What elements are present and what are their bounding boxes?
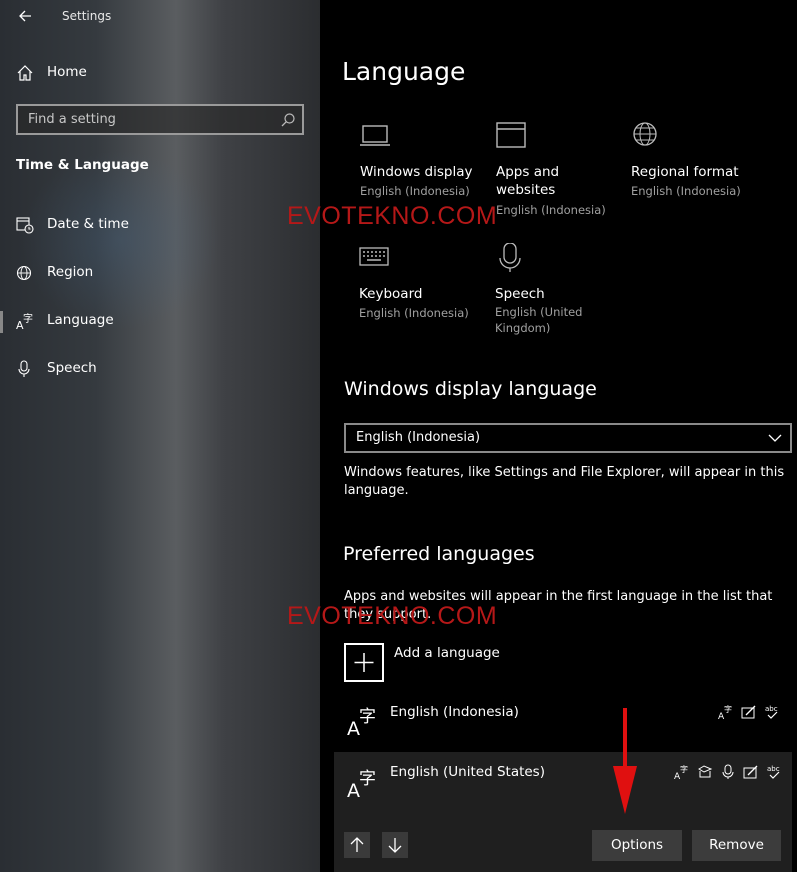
sidebar: Settings Home Find a setting Time & Lang… xyxy=(0,0,320,872)
sidebar-item-label: Date & time xyxy=(47,216,129,232)
handwriting-icon xyxy=(743,765,758,779)
tile-sub: English (Indonesia) xyxy=(360,184,470,198)
title-bar: Settings xyxy=(0,0,320,34)
search-input[interactable]: Find a setting xyxy=(16,104,304,135)
microphone-icon xyxy=(18,360,30,377)
tile-name: Windows display xyxy=(360,164,473,180)
language-features: A 字 abc xyxy=(718,704,780,720)
sidebar-item-speech[interactable]: Speech xyxy=(0,349,320,389)
window-icon xyxy=(496,122,526,148)
language-icon: A 字 xyxy=(347,769,376,798)
svg-text:字: 字 xyxy=(724,704,732,714)
tile-sub: English (Indonesia) xyxy=(359,306,469,320)
sidebar-item-language[interactable]: A 字 Language xyxy=(0,301,320,341)
spellcheck-icon: abc xyxy=(767,765,780,779)
add-language-label[interactable]: Add a language xyxy=(394,645,500,661)
chevron-down-icon xyxy=(768,434,782,442)
main-content: Language Windows display English (Indone… xyxy=(287,0,797,872)
preferred-languages-heading: Preferred languages xyxy=(343,543,535,565)
sidebar-item-date-time[interactable]: Date & time xyxy=(0,205,320,245)
language-list-item[interactable]: A 字 English (Indonesia) A 字 abc xyxy=(334,692,792,752)
display-language-select[interactable]: English (Indonesia) xyxy=(344,423,792,453)
display-language-description: Windows features, like Settings and File… xyxy=(344,465,785,498)
home-icon xyxy=(17,65,33,81)
language-name: English (Indonesia) xyxy=(390,704,519,720)
calendar-clock-icon xyxy=(16,217,34,234)
window-title: Settings xyxy=(62,9,112,23)
tile-sub: English (Indonesia) xyxy=(496,203,606,217)
language-name: English (United States) xyxy=(390,764,545,780)
tile-keyboard[interactable]: Keyboard English (Indonesia) xyxy=(359,243,489,323)
tile-speech[interactable]: Speech English (United Kingdom) xyxy=(495,243,625,343)
watermark: EVOTEKNO.COM xyxy=(287,602,498,630)
tile-name: Keyboard xyxy=(359,286,423,302)
language-icon: A 字 xyxy=(16,312,33,330)
keyboard-icon xyxy=(359,247,389,266)
tile-name: Apps and websites xyxy=(496,164,560,198)
arrow-down-icon xyxy=(388,838,402,853)
spellcheck-icon: abc xyxy=(765,705,778,719)
back-button[interactable] xyxy=(12,4,38,28)
tile-regional-format[interactable]: Regional format English (Indonesia) xyxy=(631,121,761,201)
svg-text:abc: abc xyxy=(765,705,778,713)
display-language-heading: Windows display language xyxy=(344,378,597,400)
language-features: A 字 abc xyxy=(674,764,782,780)
remove-button[interactable]: Remove xyxy=(692,830,781,861)
svg-text:字: 字 xyxy=(23,312,33,325)
handwriting-icon xyxy=(741,705,756,719)
language-icon: A 字 xyxy=(347,707,376,736)
page-title: Language xyxy=(342,57,466,86)
svg-text:abc: abc xyxy=(767,765,780,773)
tile-name: Regional format xyxy=(631,164,739,180)
section-title: Time & Language xyxy=(16,157,149,173)
display-language-value: English (Indonesia) xyxy=(356,430,481,445)
arrow-up-icon xyxy=(350,837,364,852)
svg-text:字: 字 xyxy=(359,707,376,727)
microphone-icon xyxy=(499,243,521,272)
move-up-button[interactable] xyxy=(344,832,370,858)
speech-icon xyxy=(698,765,713,778)
back-arrow-icon xyxy=(19,10,31,22)
sidebar-item-region[interactable]: Region xyxy=(0,253,320,293)
plus-icon xyxy=(354,653,374,672)
move-down-button[interactable] xyxy=(382,832,408,858)
search-placeholder: Find a setting xyxy=(28,112,116,127)
tile-name: Speech xyxy=(495,286,545,302)
svg-text:字: 字 xyxy=(680,764,688,774)
monitor-icon xyxy=(360,125,390,146)
globe-icon xyxy=(633,122,657,146)
tile-sub: English (Indonesia) xyxy=(631,184,741,198)
tile-apps-websites[interactable]: Apps and websites English (Indonesia) xyxy=(496,121,626,221)
sidebar-item-label: Region xyxy=(47,264,94,280)
add-language-button[interactable] xyxy=(344,643,384,682)
options-button[interactable]: Options xyxy=(592,830,682,861)
nav-home[interactable]: Home xyxy=(0,53,320,93)
globe-icon xyxy=(16,265,32,281)
search-icon[interactable] xyxy=(280,112,296,128)
watermark: EVOTEKNO.COM xyxy=(287,202,498,230)
microphone-icon xyxy=(722,764,734,779)
annotation-arrow-icon xyxy=(613,708,637,814)
display-language-icon: A 字 xyxy=(674,764,688,780)
sidebar-item-label: Language xyxy=(47,312,114,328)
sidebar-item-label: Speech xyxy=(47,360,97,376)
tile-windows-display[interactable]: Windows display English (Indonesia) xyxy=(360,121,490,201)
display-language-icon: A 字 xyxy=(718,704,732,720)
svg-text:字: 字 xyxy=(359,769,376,789)
tile-sub: English (United Kingdom) xyxy=(495,305,583,335)
nav-home-label: Home xyxy=(47,64,87,80)
